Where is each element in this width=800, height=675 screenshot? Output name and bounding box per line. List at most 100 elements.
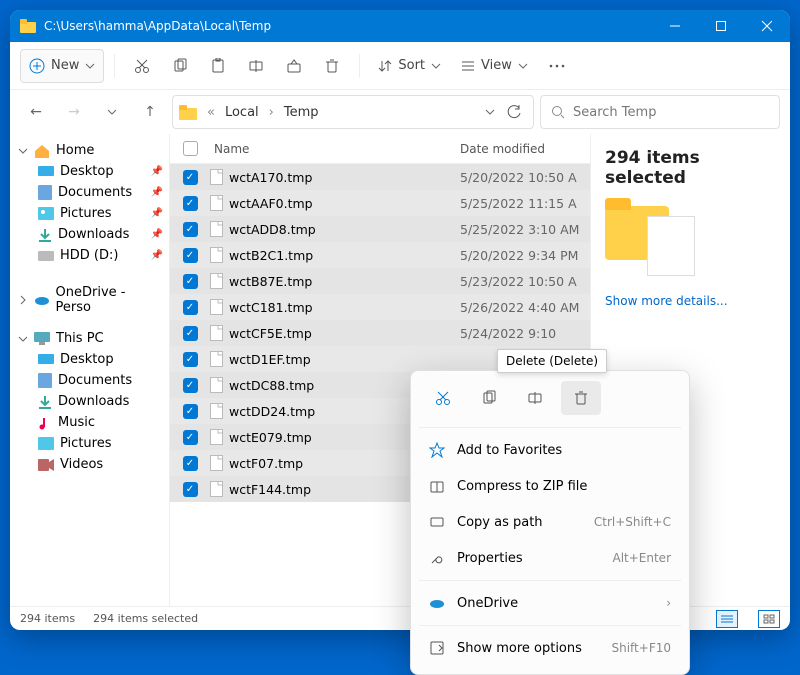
ctx-rename-button[interactable]: [515, 381, 555, 415]
row-checkbox[interactable]: ✓: [183, 222, 198, 237]
icons-view-button[interactable]: [758, 610, 780, 628]
sidebar-item-desktop[interactable]: Desktop📌: [10, 161, 169, 182]
file-icon: [210, 325, 223, 341]
sidebar-item-music[interactable]: Music: [10, 412, 169, 433]
row-checkbox[interactable]: ✓: [183, 404, 198, 419]
row-checkbox[interactable]: ✓: [183, 196, 198, 211]
folder-icon: [20, 19, 36, 33]
ctx-properties[interactable]: PropertiesAlt+Enter: [419, 540, 681, 576]
details-view-button[interactable]: [716, 610, 738, 628]
breadcrumb-segment[interactable]: Local: [225, 105, 259, 120]
select-all-checkbox[interactable]: [183, 141, 198, 156]
column-header-row[interactable]: Name Date modified: [170, 134, 590, 164]
file-name: wctADD8.tmp: [229, 222, 316, 237]
delete-tooltip: Delete (Delete): [497, 349, 607, 373]
sidebar-item-desktop2[interactable]: Desktop: [10, 349, 169, 370]
column-name[interactable]: Name: [210, 142, 460, 156]
row-checkbox[interactable]: ✓: [183, 326, 198, 341]
file-icon: [210, 273, 223, 289]
address-bar[interactable]: « Local › Temp: [172, 95, 534, 129]
file-row[interactable]: ✓wctADD8.tmp5/25/2022 3:10 AM: [170, 216, 590, 242]
sidebar-item-downloads[interactable]: Downloads📌: [10, 224, 169, 245]
refresh-button[interactable]: [501, 96, 527, 128]
share-button[interactable]: [277, 49, 311, 83]
new-button[interactable]: New: [20, 49, 104, 83]
rename-icon: [248, 58, 264, 74]
selection-count: 294 items selected: [605, 148, 776, 188]
sidebar-item-hdd[interactable]: HDD (D:)📌: [10, 245, 169, 266]
file-row[interactable]: ✓wctB87E.tmp5/23/2022 10:50 A: [170, 268, 590, 294]
file-icon: [210, 195, 223, 211]
maximize-button[interactable]: [698, 10, 744, 42]
sidebar-item-pictures2[interactable]: Pictures: [10, 433, 169, 454]
file-row[interactable]: ✓wctC181.tmp5/26/2022 4:40 AM: [170, 294, 590, 320]
ctx-copy-path[interactable]: Copy as pathCtrl+Shift+C: [419, 504, 681, 540]
titlebar[interactable]: C:\Users\hamma\AppData\Local\Temp: [10, 10, 790, 42]
row-checkbox[interactable]: ✓: [183, 430, 198, 445]
sidebar-item-home[interactable]: Home: [10, 140, 169, 161]
view-button[interactable]: View: [453, 49, 536, 83]
ctx-compress[interactable]: Compress to ZIP file: [419, 468, 681, 504]
file-row[interactable]: ✓wctA170.tmp5/20/2022 10:50 A: [170, 164, 590, 190]
chevron-down-icon[interactable]: [485, 109, 495, 115]
status-items: 294 items: [20, 612, 75, 625]
sort-button[interactable]: Sort: [370, 49, 449, 83]
search-input[interactable]: Search Temp: [540, 95, 780, 129]
file-name: wctCF5E.tmp: [229, 326, 312, 341]
ctx-onedrive[interactable]: OneDrive›: [419, 585, 681, 621]
delete-button[interactable]: [315, 49, 349, 83]
sidebar-item-documents[interactable]: Documents📌: [10, 182, 169, 203]
show-more-link[interactable]: Show more details...: [605, 294, 776, 308]
row-checkbox[interactable]: ✓: [183, 456, 198, 471]
sidebar-item-thispc[interactable]: This PC: [10, 328, 169, 349]
row-checkbox[interactable]: ✓: [183, 248, 198, 263]
view-icon: [461, 59, 475, 73]
more-button[interactable]: [540, 49, 574, 83]
sidebar-item-onedrive[interactable]: OneDrive - Perso: [10, 282, 169, 318]
ctx-delete-button[interactable]: [561, 381, 601, 415]
rename-button[interactable]: [239, 49, 273, 83]
ctx-more-options[interactable]: Show more optionsShift+F10: [419, 630, 681, 666]
file-row[interactable]: ✓wctB2C1.tmp5/20/2022 9:34 PM: [170, 242, 590, 268]
minimize-button[interactable]: [652, 10, 698, 42]
file-icon: [210, 403, 223, 419]
back-button[interactable]: ←: [20, 96, 52, 128]
rename-icon: [527, 390, 543, 406]
row-checkbox[interactable]: ✓: [183, 482, 198, 497]
recent-button[interactable]: [96, 96, 128, 128]
sidebar-item-videos[interactable]: Videos: [10, 454, 169, 475]
file-row[interactable]: ✓wctCF5E.tmp5/24/2022 9:10: [170, 320, 590, 346]
file-name: wctDC88.tmp: [229, 378, 314, 393]
row-checkbox[interactable]: ✓: [183, 274, 198, 289]
row-checkbox[interactable]: ✓: [183, 170, 198, 185]
cloud-icon: [429, 597, 445, 609]
forward-button[interactable]: →: [58, 96, 90, 128]
ctx-cut-button[interactable]: [423, 381, 463, 415]
copy-icon: [172, 58, 188, 74]
file-icon: [210, 221, 223, 237]
sidebar-item-downloads2[interactable]: Downloads: [10, 391, 169, 412]
cut-button[interactable]: [125, 49, 159, 83]
row-checkbox[interactable]: ✓: [183, 378, 198, 393]
column-date[interactable]: Date modified: [460, 142, 590, 156]
ctx-favorites[interactable]: Add to Favorites: [419, 432, 681, 468]
file-name: wctF144.tmp: [229, 482, 311, 497]
ellipsis-icon: [549, 64, 565, 68]
trash-icon: [324, 58, 340, 74]
copy-button[interactable]: [163, 49, 197, 83]
sidebar-item-documents2[interactable]: Documents: [10, 370, 169, 391]
sidebar-item-pictures[interactable]: Pictures📌: [10, 203, 169, 224]
file-row[interactable]: ✓wctAAF0.tmp5/25/2022 11:15 A: [170, 190, 590, 216]
paste-button[interactable]: [201, 49, 235, 83]
navigation-row: ← → ↑ « Local › Temp Search Temp: [10, 90, 790, 134]
close-button[interactable]: [744, 10, 790, 42]
wrench-icon: [429, 550, 445, 566]
breadcrumb-segment[interactable]: Temp: [284, 105, 319, 120]
file-icon: [210, 169, 223, 185]
file-icon: [210, 429, 223, 445]
trash-icon: [573, 390, 589, 406]
row-checkbox[interactable]: ✓: [183, 352, 198, 367]
row-checkbox[interactable]: ✓: [183, 300, 198, 315]
up-button[interactable]: ↑: [134, 96, 166, 128]
ctx-copy-button[interactable]: [469, 381, 509, 415]
